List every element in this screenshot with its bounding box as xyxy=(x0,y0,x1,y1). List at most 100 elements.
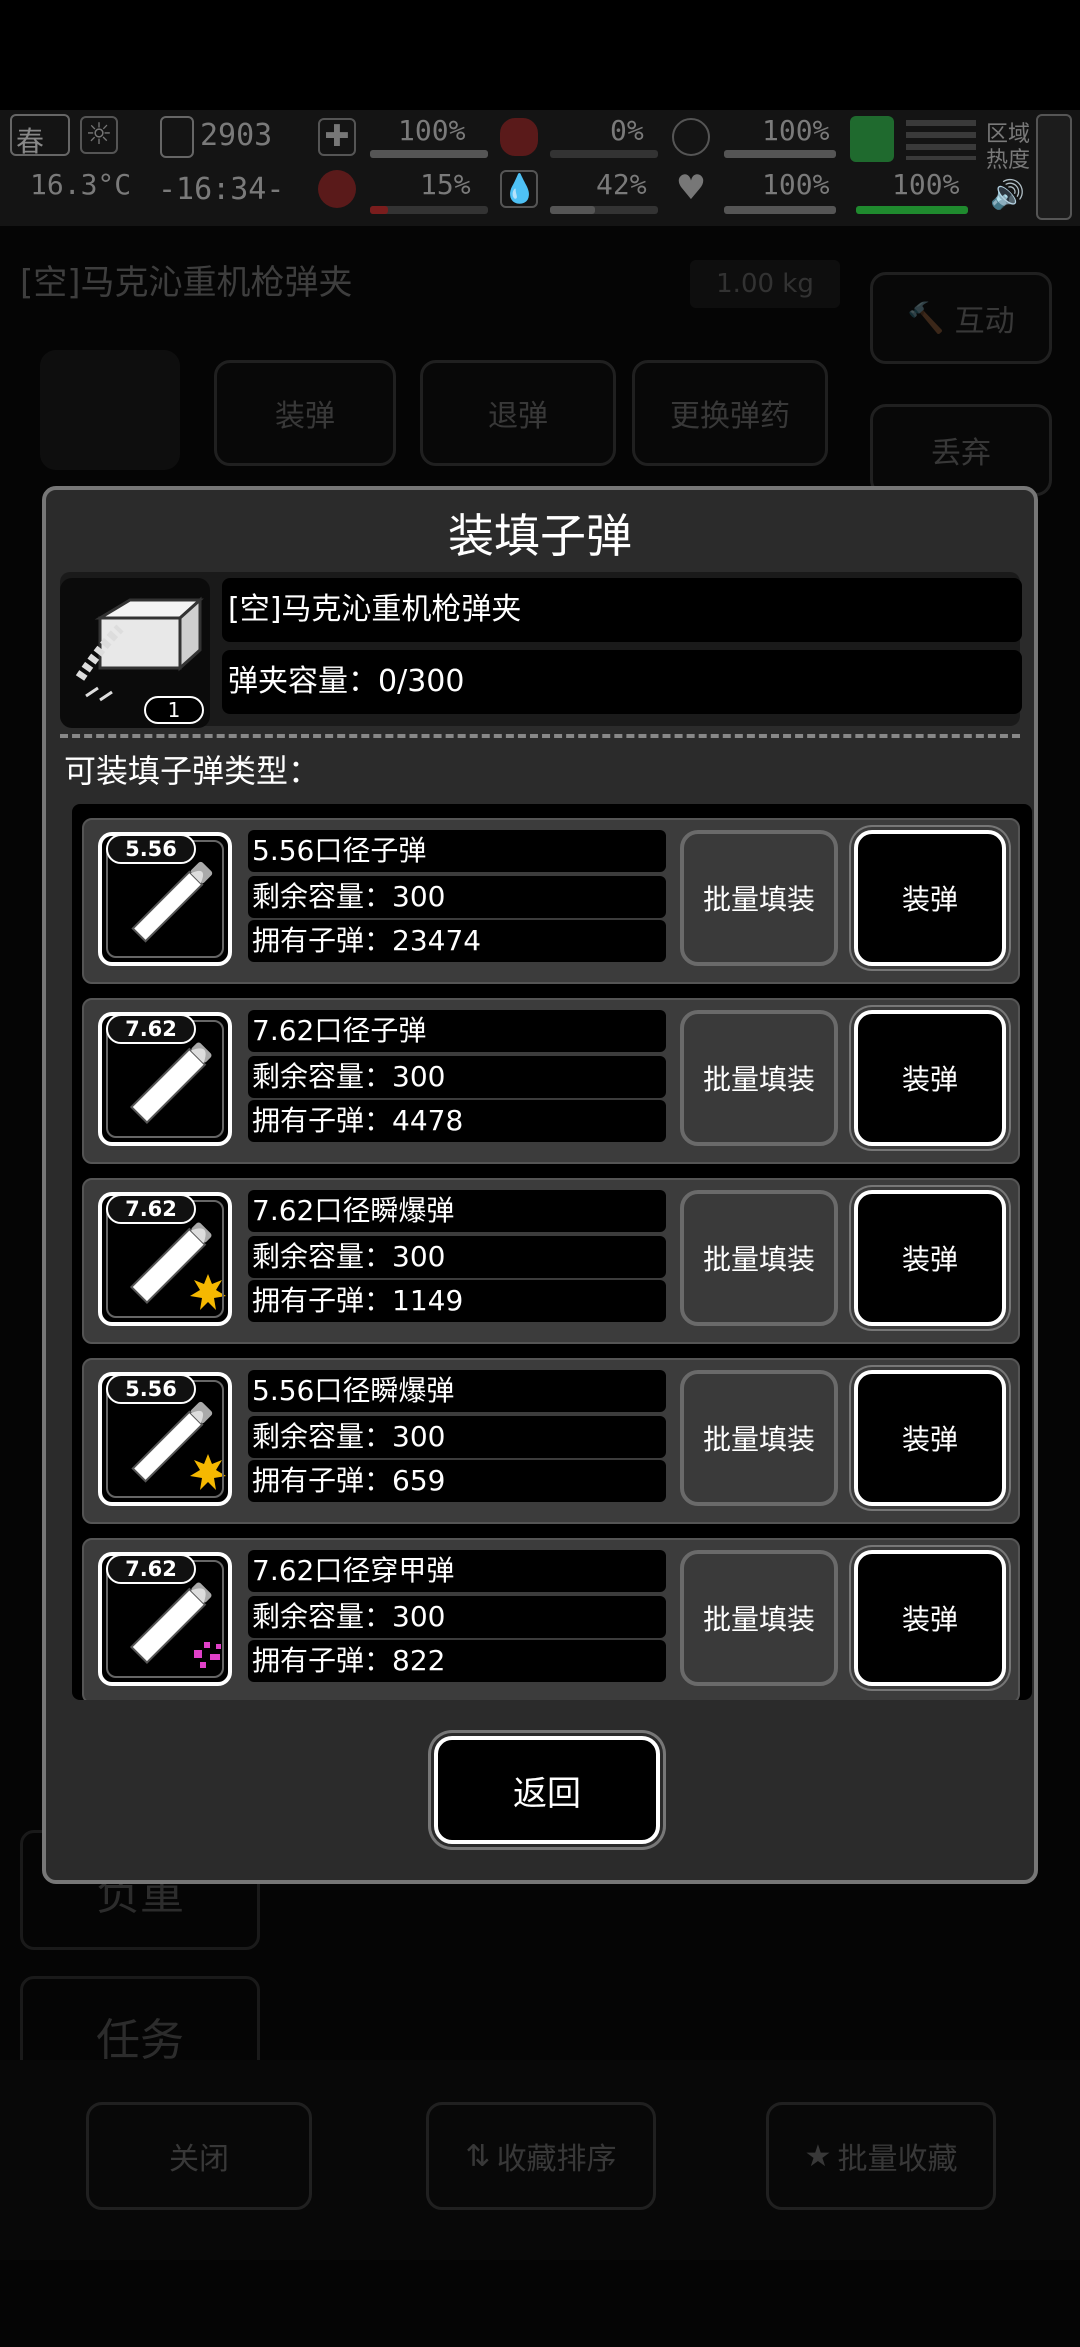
mood-bar-fill xyxy=(724,206,836,214)
explosive-icon xyxy=(190,1454,226,1490)
discard-button[interactable]: 丢弃 xyxy=(870,404,1052,496)
bulk-load-button[interactable]: 批量填装 xyxy=(680,1550,838,1686)
magazine-capacity: 弹夹容量：0/300 xyxy=(222,650,1022,714)
ammo-name: 5.56口径子弹 xyxy=(248,830,666,872)
energy-bar xyxy=(856,206,968,214)
stomach-icon xyxy=(500,118,538,156)
ammo-row: 7.62 7.62口径瞬爆弹 剩余容量：300 拥有子弹：1149 批量填装 装… xyxy=(82,1178,1020,1344)
dialog-title: 装填子弹 xyxy=(448,509,632,563)
bg-item-thumb xyxy=(40,350,180,470)
ammo-name: 5.56口径瞬爆弹 xyxy=(248,1370,666,1412)
sort-icon: ⇅ xyxy=(465,2138,491,2174)
ammo-icon: 7.62 xyxy=(98,1012,232,1146)
region-heat-meter xyxy=(1036,114,1072,220)
caliber-tag: 7.62 xyxy=(106,1554,196,1584)
load-button[interactable]: 装弹 xyxy=(854,1370,1006,1506)
thirst-bar-fill xyxy=(550,206,596,214)
sort-favorites-label: 收藏排序 xyxy=(496,2142,617,2177)
sidebar-item-tasks-label: 任务 xyxy=(96,2015,184,2066)
bulk-load-button[interactable]: 批量填装 xyxy=(680,1010,838,1146)
batch-favorite-label: 批量收藏 xyxy=(837,2142,958,2177)
health-bar xyxy=(370,150,488,158)
load-button[interactable]: 装弹 xyxy=(854,830,1006,966)
magazine-name: [空]马克沁重机枪弹夹 xyxy=(222,578,1022,642)
hammer-icon: 🔨 xyxy=(907,300,945,336)
ammo-row: 5.56 5.56口径子弹 剩余容量：300 拥有子弹：23474 批量填装 装… xyxy=(82,818,1020,984)
ammo-owned: 拥有子弹：1149 xyxy=(248,1280,666,1322)
bulk-load-button[interactable]: 批量填装 xyxy=(680,830,838,966)
sanity-bar xyxy=(370,206,488,214)
tab-unload-label: 退弹 xyxy=(488,399,548,434)
bulk-load-button[interactable]: 批量填装 xyxy=(680,1190,838,1326)
water-drop-icon: 💧 xyxy=(500,170,538,208)
batch-favorite-button[interactable]: ★ 批量收藏 xyxy=(766,2102,996,2210)
stamina-icon xyxy=(672,118,710,156)
temperature: 16.3°C xyxy=(30,168,132,201)
season-box: 春 xyxy=(10,114,70,158)
sanity-bar-fill xyxy=(370,206,388,214)
sort-favorites-button[interactable]: ⇅ 收藏排序 xyxy=(426,2102,656,2210)
heart-icon: ♥ xyxy=(675,168,707,208)
caliber-tag: 7.62 xyxy=(106,1194,196,1224)
medkit-icon: ✚ xyxy=(318,118,356,156)
armor-piercing-icon xyxy=(194,1642,221,1668)
energy-value: 100% xyxy=(892,168,960,201)
tab-unload[interactable]: 退弹 xyxy=(420,360,616,466)
hunger-bar xyxy=(550,150,658,158)
tab-change-ammo[interactable]: 更换弹药 xyxy=(632,360,828,466)
ammo-icon: 7.62 xyxy=(98,1192,232,1326)
mood-bar xyxy=(724,206,836,214)
sun-icon: ☼ xyxy=(80,116,118,154)
ammo-name: 7.62口径瞬爆弹 xyxy=(248,1190,666,1232)
stamina-bar xyxy=(724,150,836,158)
ammo-remaining: 剩余容量：300 xyxy=(248,1416,666,1458)
ammo-name: 7.62口径子弹 xyxy=(248,1010,666,1052)
tab-load[interactable]: 装弹 xyxy=(214,360,396,466)
ammo-remaining: 剩余容量：300 xyxy=(248,1056,666,1098)
ammo-row: 7.62 7.62口径子弹 剩余容量：300 拥有子弹：4478 批量填装 装弹 xyxy=(82,998,1020,1164)
ammo-remaining: 剩余容量：300 xyxy=(248,1236,666,1278)
region-heat-label: 区域热度 xyxy=(986,122,1031,173)
load-button[interactable]: 装弹 xyxy=(854,1550,1006,1686)
tab-load-label: 装弹 xyxy=(275,399,335,434)
explosive-icon xyxy=(190,1274,226,1310)
ammo-types-label: 可装填子弹类型： xyxy=(64,752,321,790)
discard-label: 丢弃 xyxy=(931,436,991,471)
health-value: 100% xyxy=(398,114,466,147)
ammo-icon: 5.56 xyxy=(98,832,232,966)
bulk-load-button[interactable]: 批量填装 xyxy=(680,1370,838,1506)
health-bar-fill xyxy=(370,150,488,158)
back-button[interactable]: 返回 xyxy=(434,1736,660,1844)
load-button[interactable]: 装弹 xyxy=(854,1190,1006,1326)
speaker-icon[interactable]: 🔊 xyxy=(990,178,1025,211)
ammo-row: 5.56 5.56口径瞬爆弹 剩余容量：300 拥有子弹：659 批量填装 装弹 xyxy=(82,1358,1020,1524)
interact-button[interactable]: 🔨 互动 xyxy=(870,272,1052,364)
bg-item-title: [空]马克沁重机枪弹夹 xyxy=(20,263,353,303)
hunger-value: 0% xyxy=(610,114,644,147)
mood-value: 100% xyxy=(762,168,830,201)
caliber-tag: 5.56 xyxy=(106,1374,196,1404)
interact-label: 互动 xyxy=(954,304,1015,339)
calendar-icon xyxy=(160,116,194,158)
ammo-icon: 5.56 xyxy=(98,1372,232,1506)
stamina-value: 100% xyxy=(762,114,830,147)
brain-icon xyxy=(318,170,356,208)
season-label: 春 xyxy=(16,125,45,158)
ammo-remaining: 剩余容量：300 xyxy=(248,876,666,918)
ammo-row: 7.62 7.62口径穿甲弹 剩余容量：300 拥有子弹：822 批量填装 装弹 xyxy=(82,1538,1020,1700)
thirst-bar xyxy=(550,206,658,214)
ammo-owned: 拥有子弹：23474 xyxy=(248,920,666,962)
magazine-count-badge: 1 xyxy=(144,696,204,724)
ammo-owned: 拥有子弹：659 xyxy=(248,1460,666,1502)
thirst-value: 42% xyxy=(596,168,647,201)
ammo-owned: 拥有子弹：822 xyxy=(248,1640,666,1682)
load-button[interactable]: 装弹 xyxy=(854,1010,1006,1146)
person-icon xyxy=(850,116,894,162)
day-counter: 2903 xyxy=(200,118,273,153)
close-button[interactable]: 关闭 xyxy=(86,2102,312,2210)
ammo-icon: 7.62 xyxy=(98,1552,232,1686)
status-hud: 春 ☼ 16.3°C 2903 -16:34- ✚ 100% 15% 0% 💧 … xyxy=(0,110,1080,226)
ammo-list[interactable]: 5.56 5.56口径子弹 剩余容量：300 拥有子弹：23474 批量填装 装… xyxy=(72,804,1032,1700)
caliber-tag: 5.56 xyxy=(106,834,196,864)
star-icon: ★ xyxy=(804,2138,832,2174)
